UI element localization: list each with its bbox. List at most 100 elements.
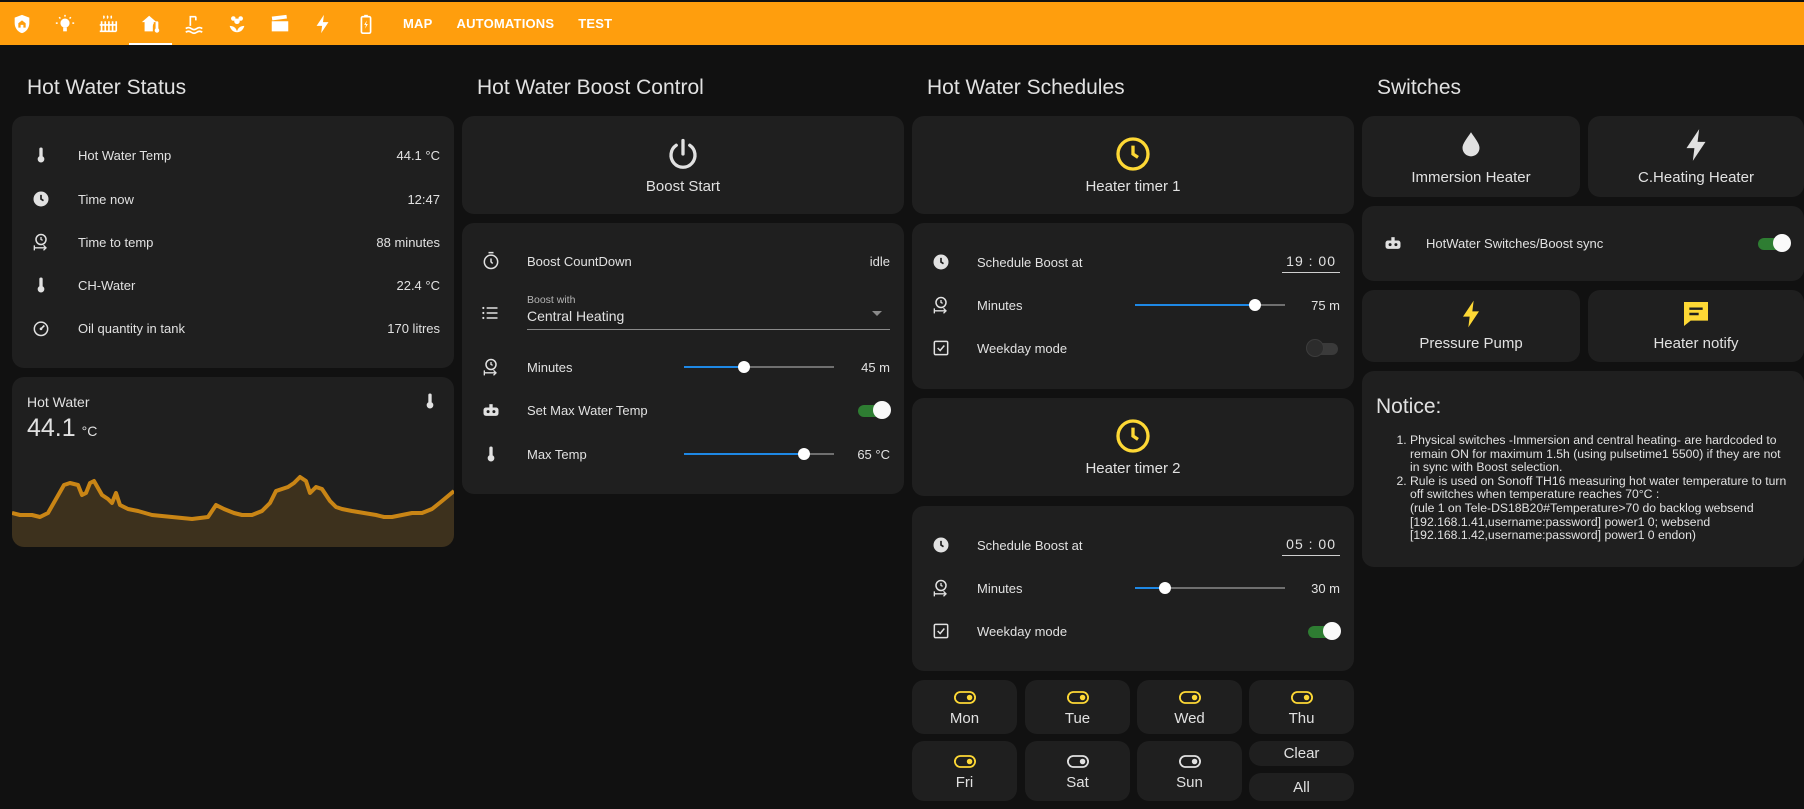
timer-arrow-icon xyxy=(933,296,947,314)
set-max-temp-toggle[interactable] xyxy=(856,401,891,419)
heater-timer-1-button[interactable]: Heater timer 1 xyxy=(912,116,1354,214)
clock-icon xyxy=(933,537,949,553)
boost-start-button[interactable]: Boost Start xyxy=(462,116,904,214)
timer-2-settings-card: Schedule Boost at 05 : 00 Minutes 30 m W… xyxy=(912,506,1354,671)
switches-title: Switches xyxy=(1377,76,1462,99)
sensor-reading: 44.1 °C xyxy=(27,414,97,443)
day-button-mon[interactable]: Mon xyxy=(912,680,1017,734)
toggle-switch-icon xyxy=(953,755,976,768)
tab-hot-water[interactable] xyxy=(129,2,172,45)
day-label: Sat xyxy=(1066,774,1089,791)
status-value: 44.1 °C xyxy=(396,147,440,163)
sensor-title: Hot Water xyxy=(27,394,90,410)
tab-media[interactable] xyxy=(258,2,301,45)
timer-1-weekday-label: Weekday mode xyxy=(977,340,1068,356)
tab-heating[interactable] xyxy=(86,2,129,45)
top-navigation-bar: MAP AUTOMATIONS TEST xyxy=(0,2,1804,45)
clock-icon xyxy=(33,191,49,207)
day-button-wed[interactable]: Wed xyxy=(1137,680,1242,734)
timer-2-weekday-toggle[interactable] xyxy=(1306,622,1341,640)
flower-icon xyxy=(229,15,244,32)
tab-map[interactable]: MAP xyxy=(391,2,445,45)
status-row-time-now[interactable]: Time now 12:47 xyxy=(12,179,454,219)
notice-item-text: Rule is used on Sonoff TH16 measuring ho… xyxy=(1410,473,1787,502)
timer-2-time-input[interactable]: 05 : 00 xyxy=(1282,536,1340,556)
clear-days-button[interactable]: Clear xyxy=(1249,741,1354,766)
set-max-temp-row: Set Max Water Temp xyxy=(462,390,904,430)
boost-sync-card: HotWater Switches/Boost sync xyxy=(1362,206,1804,281)
notice-list: Physical switches -Immersion and central… xyxy=(1396,433,1788,543)
movie-icon xyxy=(271,14,288,31)
tab-test[interactable]: TEST xyxy=(566,2,624,45)
immersion-heater-button[interactable]: Immersion Heater xyxy=(1362,116,1580,197)
sensor-history-graph xyxy=(12,475,454,547)
all-days-button[interactable]: All xyxy=(1249,773,1354,801)
central-heating-heater-button[interactable]: C.Heating Heater xyxy=(1588,116,1804,197)
status-row-hot-water-temp[interactable]: Hot Water Temp 44.1 °C xyxy=(12,135,454,175)
tab-water[interactable] xyxy=(172,2,215,45)
status-value: 88 minutes xyxy=(376,234,440,250)
timer-1-weekday-toggle[interactable] xyxy=(1306,339,1340,357)
timer-2-minutes-value: 30 m xyxy=(1311,580,1340,596)
day-button-sun[interactable]: Sun xyxy=(1137,741,1242,801)
hot-water-sensor-card[interactable]: Hot Water 44.1 °C xyxy=(12,377,454,547)
hot-water-status-card: Hot Water Temp 44.1 °C Time now 12:47 Ti… xyxy=(12,116,454,368)
tab-shield-home[interactable] xyxy=(0,2,43,45)
clock-outline-icon xyxy=(1116,419,1150,453)
status-row-time-to-temp[interactable]: Time to temp 88 minutes xyxy=(12,222,454,262)
tab-energy[interactable] xyxy=(301,2,344,45)
status-row-ch-water[interactable]: CH-Water 22.4 °C xyxy=(12,265,454,305)
tab-lights[interactable] xyxy=(43,2,86,45)
notice-title: Notice: xyxy=(1376,395,1442,418)
status-row-oil-quantity[interactable]: Oil quantity in tank 170 litres xyxy=(12,308,454,348)
timer-1-minutes-label: Minutes xyxy=(977,297,1023,313)
tab-garden[interactable] xyxy=(215,2,258,45)
timer-1-time-input[interactable]: 19 : 00 xyxy=(1282,253,1340,273)
boost-sync-toggle[interactable] xyxy=(1756,234,1791,252)
checkbox-marked-icon xyxy=(933,340,949,356)
thermometer-icon xyxy=(487,446,495,462)
notice-card: Notice: Physical switches -Immersion and… xyxy=(1362,371,1804,567)
boost-minutes-value: 45 m xyxy=(861,359,890,375)
boost-countdown-row: Boost CountDown idle xyxy=(462,241,904,281)
heater-timer-2-button[interactable]: Heater timer 2 xyxy=(912,398,1354,496)
clock-outline-icon xyxy=(1116,137,1150,171)
timer-1-schedule-label: Schedule Boost at xyxy=(977,254,1083,270)
pressure-pump-button[interactable]: Pressure Pump xyxy=(1362,290,1580,362)
clear-label: Clear xyxy=(1283,745,1320,762)
max-temp-slider[interactable] xyxy=(684,444,834,464)
day-button-tue[interactable]: Tue xyxy=(1025,680,1130,734)
boost-with-value: Central Heating xyxy=(527,308,625,324)
timer-2-minutes-slider[interactable] xyxy=(1135,578,1285,598)
boost-minutes-slider[interactable] xyxy=(684,357,834,377)
heater-notify-label: Heater notify xyxy=(1653,335,1739,352)
boost-minutes-label: Minutes xyxy=(527,359,573,375)
tab-automations[interactable]: AUTOMATIONS xyxy=(445,2,567,45)
pressure-pump-label: Pressure Pump xyxy=(1419,335,1523,352)
timer-2-minutes-label: Minutes xyxy=(977,580,1023,596)
thermometer-icon xyxy=(37,147,45,163)
day-button-thu[interactable]: Thu xyxy=(1249,680,1354,734)
water-drop-icon xyxy=(1462,132,1480,157)
timer-1-minutes-slider[interactable] xyxy=(1135,295,1285,315)
boost-control-title: Hot Water Boost Control xyxy=(477,76,704,99)
day-button-sat[interactable]: Sat xyxy=(1025,741,1130,801)
heater-notify-button[interactable]: Heater notify xyxy=(1588,290,1804,362)
status-label: Hot Water Temp xyxy=(78,147,172,163)
boost-start-label: Boost Start xyxy=(645,178,721,195)
notice-item: Physical switches -Immersion and central… xyxy=(1410,433,1788,475)
robot-icon xyxy=(1385,237,1401,249)
status-label: Time to temp xyxy=(78,234,154,250)
thermometer-icon xyxy=(37,277,45,293)
tab-battery[interactable] xyxy=(344,2,387,45)
max-temp-row: Max Temp 65 °C xyxy=(462,434,904,474)
home-thermometer-icon xyxy=(141,15,159,33)
format-list-icon xyxy=(482,306,498,320)
day-button-fri[interactable]: Fri xyxy=(912,741,1017,801)
radiator-icon xyxy=(99,14,117,32)
gauge-icon xyxy=(33,321,49,337)
boost-with-select[interactable]: Boost with Central Heating xyxy=(462,294,904,335)
timer-1-settings-card: Schedule Boost at 19 : 00 Minutes 75 m W… xyxy=(912,223,1354,389)
toggle-switch-icon xyxy=(1178,691,1201,704)
set-max-temp-label: Set Max Water Temp xyxy=(527,402,648,418)
